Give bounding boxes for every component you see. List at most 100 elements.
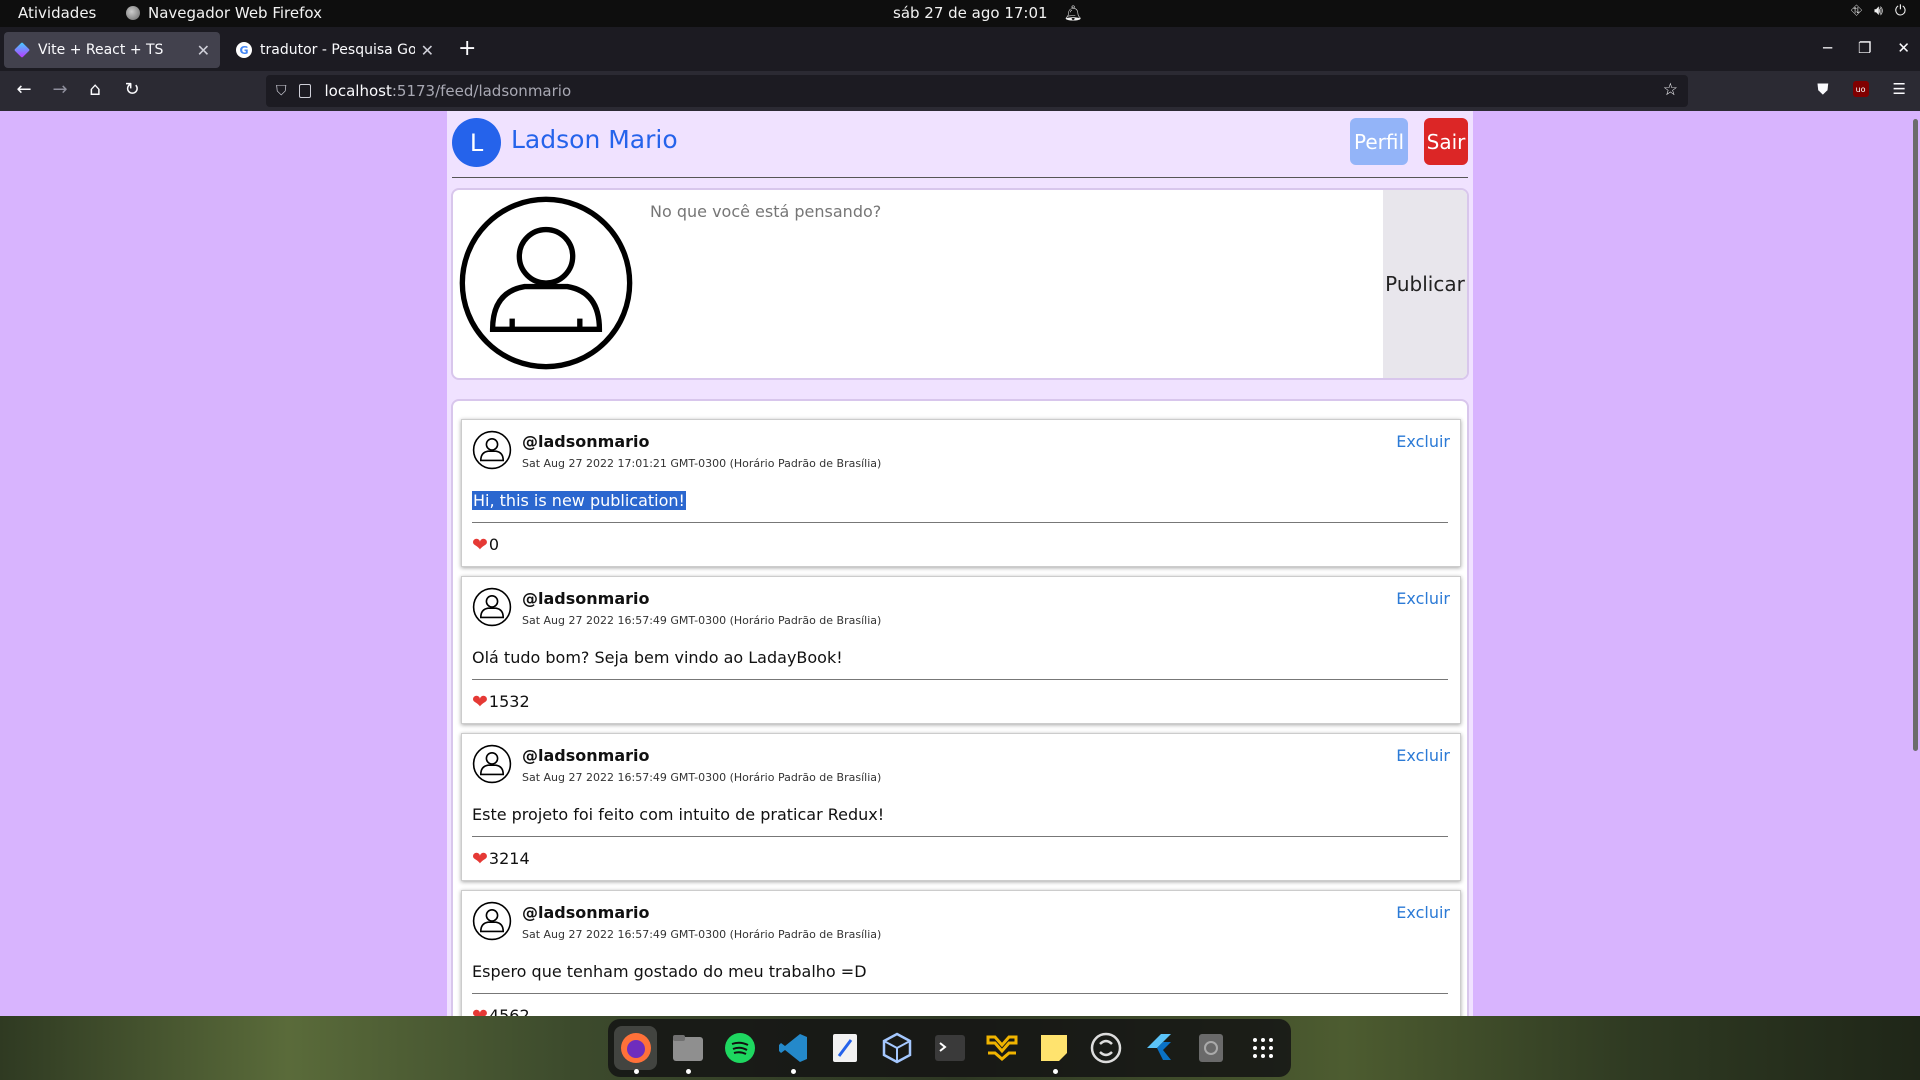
user-avatar-icon — [472, 587, 512, 627]
hamburger-menu-icon[interactable]: ☰ — [1893, 80, 1906, 98]
post-card: @ladsonmario Sat Aug 27 2022 17:01:21 GM… — [461, 419, 1461, 567]
delete-post-button[interactable]: Excluir — [1396, 589, 1450, 608]
system-top-bar: Atividades Navegador Web Firefox sáb 27 … — [0, 0, 1920, 27]
window-controls: ─ ❐ ✕ — [1823, 39, 1910, 57]
pocket-icon[interactable]: ⛊ — [1817, 80, 1828, 98]
app-name: Navegador Web Firefox — [148, 4, 322, 22]
firefox-mini-icon — [126, 6, 140, 20]
google-icon: G — [236, 42, 252, 58]
heart-icon: ❤ — [472, 1004, 488, 1016]
url-path: :5173/feed/ladsonmario — [391, 82, 572, 100]
page-viewport: L Ladson Mario Perfil Sair No que você e… — [0, 111, 1920, 1016]
virtualbox-icon[interactable] — [876, 1026, 919, 1070]
notification-bell-icon: 🔔︎ — [1063, 4, 1083, 22]
post-composer: No que você está pensando? Publicar — [451, 188, 1469, 380]
reload-icon[interactable]: ↻ — [120, 79, 144, 100]
text-editor-icon[interactable] — [823, 1026, 866, 1070]
post-date: Sat Aug 27 2022 16:57:49 GMT-0300 (Horár… — [522, 771, 882, 784]
tab-title: tradutor - Pesquisa Googl — [260, 42, 415, 58]
git-icon[interactable] — [980, 1026, 1023, 1070]
url-text[interactable]: localhost:5173/feed/ladsonmario — [325, 82, 572, 100]
close-window-icon[interactable]: ✕ — [1897, 39, 1910, 57]
app-menu[interactable]: Navegador Web Firefox — [126, 4, 322, 22]
post-divider — [472, 993, 1448, 994]
post-text: Olá tudo bom? Seja bem vindo ao LadayBoo… — [472, 648, 843, 667]
address-bar[interactable]: ⛉ localhost:5173/feed/ladsonmario ☆ — [266, 75, 1688, 107]
datetime: sáb 27 de ago 17:01 — [893, 4, 1048, 22]
like-button[interactable]: ❤ 3214 — [472, 849, 530, 868]
tab-google-search[interactable]: G tradutor - Pesquisa Googl ✕ — [226, 32, 444, 68]
posts-feed: @ladsonmario Sat Aug 27 2022 17:01:21 GM… — [451, 399, 1469, 1016]
close-icon[interactable]: ✕ — [421, 41, 434, 60]
url-host: localhost — [324, 82, 392, 100]
heart-icon: ❤ — [472, 847, 488, 870]
dock — [608, 1019, 1291, 1077]
delete-post-button[interactable]: Excluir — [1396, 432, 1450, 451]
like-count: 3214 — [488, 849, 530, 868]
default-user-avatar-icon — [459, 196, 633, 370]
delete-post-button[interactable]: Excluir — [1396, 746, 1450, 765]
volume-icon: 🔊︎ — [1874, 3, 1883, 19]
vscode-icon[interactable] — [771, 1026, 814, 1074]
restore-icon[interactable]: ❐ — [1858, 39, 1871, 57]
network-icon: ⛗ — [1850, 3, 1863, 19]
sticky-notes-icon[interactable] — [1033, 1026, 1076, 1074]
files-icon[interactable] — [666, 1026, 709, 1074]
firefox-icon[interactable] — [614, 1026, 658, 1074]
terminal-icon[interactable] — [928, 1026, 971, 1070]
flutter-icon[interactable] — [1137, 1026, 1180, 1070]
obs-icon[interactable] — [1085, 1026, 1128, 1070]
heart-icon: ❤ — [472, 690, 488, 713]
disk-icon[interactable] — [1189, 1026, 1232, 1070]
post-date: Sat Aug 27 2022 17:01:21 GMT-0300 (Horár… — [522, 457, 882, 470]
like-count: 0 — [488, 535, 500, 554]
user-name: Ladson Mario — [511, 125, 678, 154]
page-icon[interactable] — [298, 84, 311, 98]
activities-button[interactable]: Atividades — [18, 4, 96, 22]
post-author[interactable]: @ladsonmario — [522, 746, 649, 765]
system-tray[interactable]: ⛗ 🔊︎ ⏻ — [1851, 3, 1906, 19]
post-text: Este projeto foi feito com intuito de pr… — [472, 805, 885, 824]
page-header: L Ladson Mario Perfil Sair — [447, 111, 1473, 177]
app-grid-icon[interactable] — [1242, 1026, 1285, 1070]
delete-post-button[interactable]: Excluir — [1396, 903, 1450, 922]
logout-button[interactable]: Sair — [1424, 118, 1468, 165]
like-button[interactable]: ❤ 4562 — [472, 1006, 530, 1016]
page-scrollbar[interactable] — [1913, 119, 1918, 751]
tracking-shield-icon[interactable]: ⛉ — [276, 83, 287, 99]
post-divider — [472, 836, 1448, 837]
vite-icon — [14, 42, 30, 58]
post-author[interactable]: @ladsonmario — [522, 903, 649, 922]
new-tab-button[interactable]: + — [458, 38, 476, 60]
like-button[interactable]: ❤ 1532 — [472, 692, 530, 711]
user-avatar-icon — [472, 744, 512, 784]
like-button[interactable]: ❤ 0 — [472, 535, 499, 554]
post-author[interactable]: @ladsonmario — [522, 589, 649, 608]
ublock-origin-icon[interactable]: uo — [1852, 81, 1869, 97]
close-icon[interactable]: ✕ — [197, 41, 210, 60]
home-icon[interactable]: ⌂ — [83, 79, 107, 100]
tab-vite-react[interactable]: Vite + React + TS ✕ — [4, 32, 220, 68]
spotify-icon[interactable] — [719, 1026, 762, 1070]
post-divider — [472, 679, 1448, 680]
minimize-icon[interactable]: ─ — [1823, 39, 1832, 57]
post-text: Espero que tenham gostado do meu trabalh… — [472, 962, 867, 981]
post-card: @ladsonmario Sat Aug 27 2022 16:57:49 GM… — [461, 576, 1461, 724]
navigation-bar: ← → ⌂ ↻ ⛉ localhost:5173/feed/ladsonmari… — [0, 71, 1920, 111]
toolbar-extensions: ⛊ uo ☰ — [1817, 80, 1906, 98]
post-card: @ladsonmario Sat Aug 27 2022 16:57:49 GM… — [461, 733, 1461, 881]
post-date: Sat Aug 27 2022 16:57:49 GMT-0300 (Horár… — [522, 928, 882, 941]
clock[interactable]: sáb 27 de ago 17:01 🔔︎ — [893, 4, 1083, 22]
publish-button[interactable]: Publicar — [1383, 190, 1467, 378]
like-count: 4562 — [488, 1006, 530, 1016]
forward-arrow-icon[interactable]: → — [48, 79, 72, 100]
profile-button[interactable]: Perfil — [1350, 118, 1408, 165]
back-arrow-icon[interactable]: ← — [12, 79, 36, 100]
post-date: Sat Aug 27 2022 16:57:49 GMT-0300 (Horár… — [522, 614, 882, 627]
bookmark-star-icon[interactable]: ☆ — [1663, 80, 1678, 100]
post-author[interactable]: @ladsonmario — [522, 432, 649, 451]
post-text: Hi, this is new publication! — [472, 491, 686, 510]
user-avatar-icon — [472, 901, 512, 941]
like-count: 1532 — [488, 692, 530, 711]
post-textarea[interactable]: No que você está pensando? — [650, 202, 881, 221]
